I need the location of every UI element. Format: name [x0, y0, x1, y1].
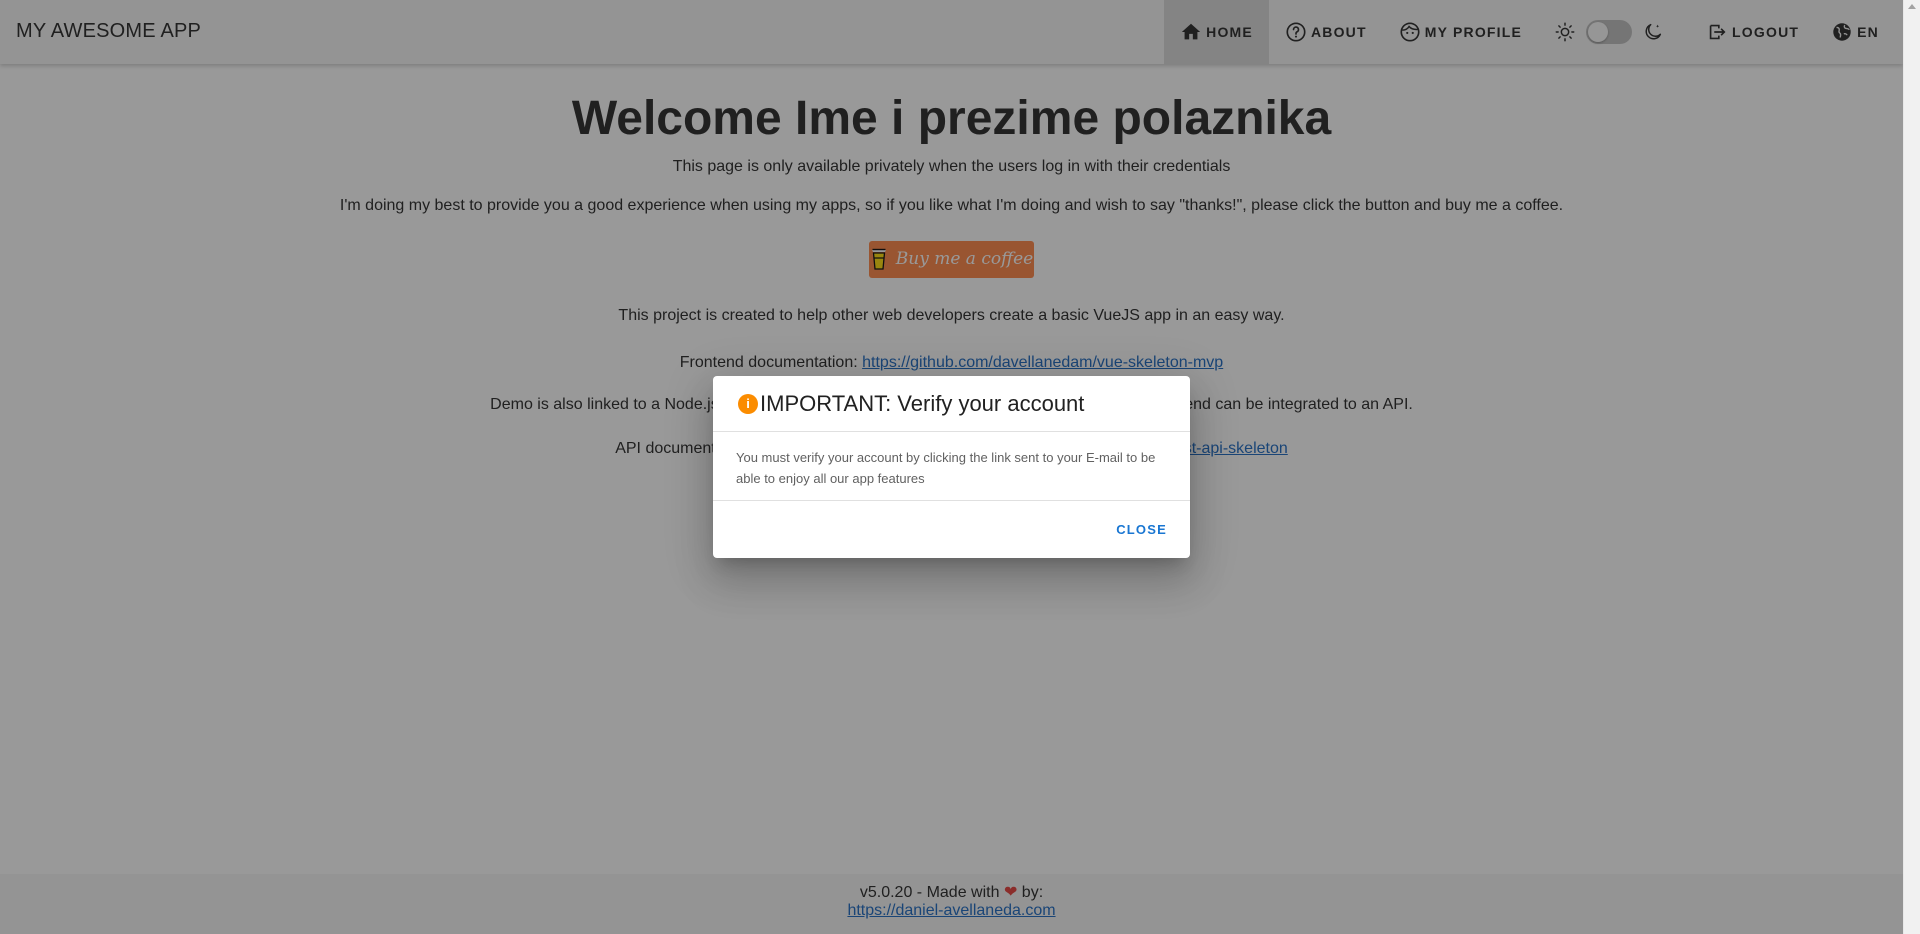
verify-account-dialog: i IMPORTANT: Verify your account You mus… — [713, 376, 1190, 558]
close-button[interactable]: CLOSE — [1116, 516, 1167, 543]
dialog-title-text: IMPORTANT: Verify your account — [760, 390, 1085, 416]
dialog-actions: CLOSE — [713, 501, 1190, 558]
dialog-title: i IMPORTANT: Verify your account — [713, 376, 1190, 432]
page-scrollbar[interactable] — [1903, 0, 1920, 934]
app-page: MY AWESOME APP HOME ABOUT MY PROFILE LOG… — [0, 0, 1903, 934]
scroll-up-arrow-icon[interactable] — [1908, 4, 1916, 9]
dialog-body: You must verify your account by clicking… — [713, 432, 1190, 501]
info-icon: i — [738, 393, 758, 414]
